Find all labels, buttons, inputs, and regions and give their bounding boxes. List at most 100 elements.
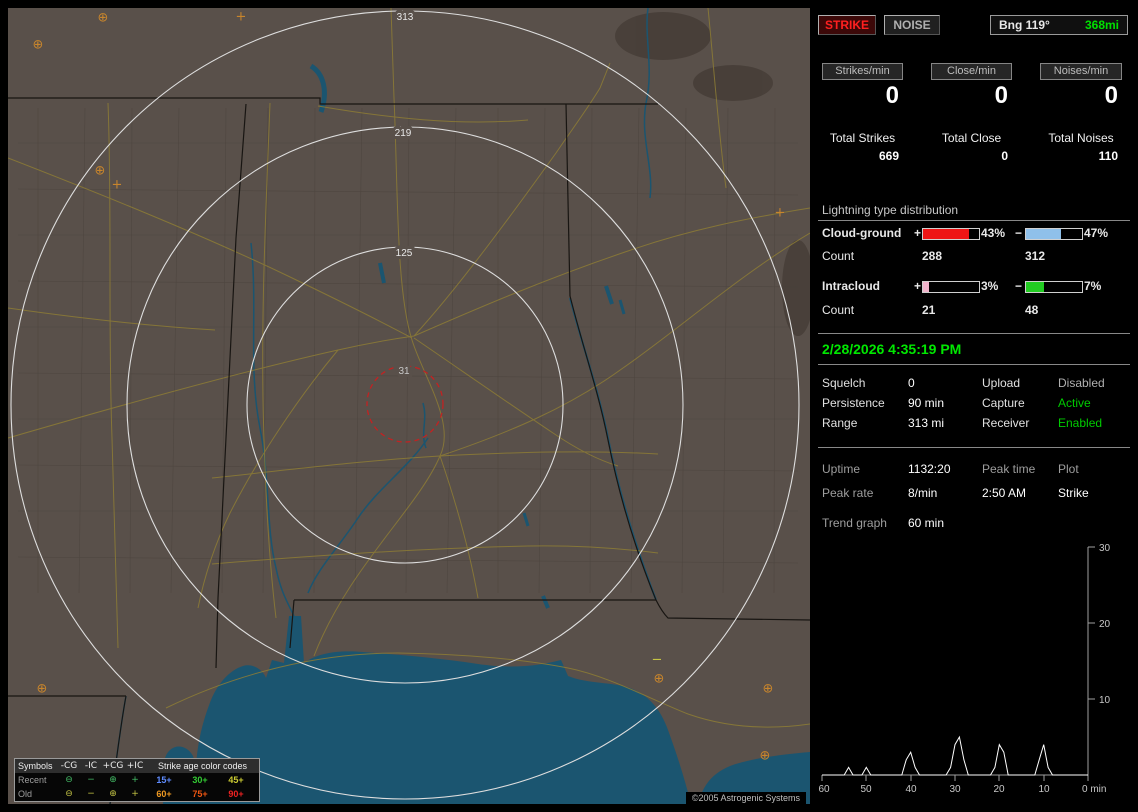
cg-plus-sign: + — [914, 226, 922, 240]
strike-symbol: + — [236, 10, 247, 25]
plot-value: Strike — [1058, 486, 1089, 500]
squelch-label: Squelch — [822, 376, 866, 390]
bearing-display: Bng 119° 368mi — [990, 15, 1128, 35]
close-per-min-value: 0 — [994, 82, 1008, 109]
age-75: 75+ — [192, 789, 208, 799]
copyright-notice: ©2005 Astrogenic Systems — [685, 792, 806, 804]
noises-per-min-label: Noises/min — [1040, 63, 1122, 80]
legend-col-pcg: +CG — [102, 761, 124, 771]
bearing-label: Bng 119° — [999, 18, 1050, 32]
pcg-recent-icon: ⊕ — [109, 775, 117, 785]
ic-minus-count: 48 — [1025, 303, 1039, 317]
range-value: 313 mi — [908, 416, 945, 430]
legend-col-nic: -IC — [84, 761, 98, 771]
ic-count-label: Count — [822, 303, 855, 317]
plot-label: Plot — [1058, 462, 1079, 476]
ring-label-313: 313 — [397, 12, 414, 23]
age-30: 30+ — [192, 775, 208, 785]
map-canvas[interactable]: 313 219 125 31 ⊕ ⊕ ⊕ + + + ⊕ − ⊕ ⊕ ⊕ — [8, 8, 810, 804]
squelch-row: Squelch 0 Upload Disabled — [818, 376, 1130, 396]
nic-recent-icon: − — [87, 775, 95, 785]
datetime-box: 2/28/2026 4:35:19 PM — [818, 333, 1130, 365]
peak-rate-row: Peak rate 8/min 2:50 AM Strike — [818, 486, 1130, 510]
ring-label-125: 125 — [396, 248, 413, 259]
ic-plus-sign: + — [914, 279, 922, 293]
trend-graph: 30 20 10 60 50 40 30 20 10 0 min — [818, 543, 1110, 795]
strikes-per-min-label: Strikes/min — [822, 63, 903, 80]
intracloud-row: Intracloud + 3% − 7% — [818, 279, 1130, 295]
total-strikes-value: 669 — [878, 149, 899, 163]
trend-graph-label: Trend graph — [822, 516, 887, 530]
mode-toolbar: STRIKE NOISE Bng 119° 368mi — [818, 15, 1130, 35]
ic-plus-bar — [922, 281, 980, 293]
control-panel: STRIKE NOISE Bng 119° 368mi Strikes/min … — [818, 8, 1130, 804]
cg-plus-bar — [922, 228, 980, 240]
trend-trace — [822, 735, 1088, 776]
legend-symbols-header: Symbols — [18, 761, 53, 771]
distribution-title: Lightning type distribution — [818, 203, 1130, 221]
ncg-old-icon: ⊖ — [65, 789, 73, 799]
receiver-status: Enabled — [1058, 416, 1103, 430]
strike-symbol: ⊕ — [760, 749, 771, 764]
strike-symbol: ⊕ — [95, 164, 106, 179]
trend-axes — [821, 546, 1095, 781]
strike-symbol: + — [112, 178, 123, 193]
noises-per-min-value: 0 — [1104, 82, 1118, 109]
capture-status: Active — [1058, 396, 1091, 410]
x-tick-10: 10 — [1038, 784, 1050, 795]
intracloud-label: Intracloud — [822, 279, 881, 293]
age-45: 45+ — [228, 775, 244, 785]
cg-minus-bar — [1025, 228, 1083, 240]
uptime-label: Uptime — [822, 462, 861, 476]
peak-time-label: Peak time — [982, 462, 1036, 476]
strike-symbol: ⊕ — [33, 38, 44, 53]
noise-button[interactable]: NOISE — [884, 15, 940, 35]
map-legend: Symbols -CG -IC +CG +IC Strike age color… — [14, 758, 260, 802]
age-15: 15+ — [156, 775, 172, 785]
uptime-row: Uptime 1132:20 Peak time Plot — [818, 462, 1130, 486]
settings-block: Squelch 0 Upload Disabled Persistence 90… — [818, 376, 1130, 436]
bearing-distance: 368mi — [1084, 18, 1119, 32]
legend-recent-row: Recent ⊖ − ⊕ + 15+ 30+ 45+ — [15, 773, 259, 787]
range-row: Range 313 mi Receiver Enabled — [818, 416, 1130, 436]
persistence-label: Persistence — [822, 396, 885, 410]
ic-plus-percent: 3% — [981, 279, 999, 293]
strike-symbol: ⊕ — [763, 682, 774, 697]
cg-minus-percent: 47% — [1084, 226, 1109, 240]
ncg-recent-icon: ⊖ — [65, 775, 73, 785]
datetime-value: 2/28/2026 4:35:19 PM — [822, 341, 962, 357]
strike-symbol: ⊕ — [654, 672, 665, 687]
cloud-ground-label: Cloud-ground — [822, 226, 902, 240]
persistence-row: Persistence 90 min Capture Active — [818, 396, 1130, 416]
map-panel[interactable]: 313 219 125 31 ⊕ ⊕ ⊕ + + + ⊕ − ⊕ ⊕ ⊕ Symbols -CG -… — [8, 8, 810, 804]
ic-minus-percent: 7% — [1084, 279, 1102, 293]
x-tick-0min: 0 min — [1082, 784, 1106, 795]
x-tick-50: 50 — [860, 784, 872, 795]
legend-col-pic: +IC — [126, 761, 144, 771]
x-tick-60: 60 — [818, 784, 830, 795]
x-tick-30: 30 — [949, 784, 961, 795]
strike-symbol: − — [652, 653, 663, 668]
legend-age-header: Strike age color codes — [157, 761, 248, 771]
pcg-old-icon: ⊕ — [109, 789, 117, 799]
cloud-ground-count-row: Count 288 312 — [818, 249, 1130, 265]
upload-status: Disabled — [1058, 376, 1105, 390]
status-block: Uptime 1132:20 Peak time Plot Peak rate … — [818, 462, 1130, 540]
x-tick-20: 20 — [993, 784, 1005, 795]
ic-minus-bar — [1025, 281, 1083, 293]
strike-button[interactable]: STRIKE — [818, 15, 876, 35]
total-close-value: 0 — [1001, 149, 1008, 163]
persistence-value: 90 min — [908, 396, 945, 410]
trend-tick-labels: 30 20 10 60 50 40 30 20 10 0 min — [818, 543, 1110, 795]
strike-symbol: ⊕ — [98, 11, 109, 26]
peak-time-value: 2:50 AM — [982, 486, 1027, 500]
y-tick-10: 10 — [1099, 695, 1111, 706]
cloud-ground-row: Cloud-ground + 43% − 47% — [818, 226, 1130, 242]
legend-col-ncg: -CG — [60, 761, 78, 771]
y-tick-20: 20 — [1099, 619, 1111, 630]
total-close-label: Total Close — [941, 131, 1002, 145]
legend-header-row: Symbols -CG -IC +CG +IC Strike age color… — [15, 759, 259, 773]
legend-old-label: Old — [18, 789, 33, 799]
strike-symbol: ⊕ — [37, 682, 48, 697]
cg-count-label: Count — [822, 249, 855, 263]
